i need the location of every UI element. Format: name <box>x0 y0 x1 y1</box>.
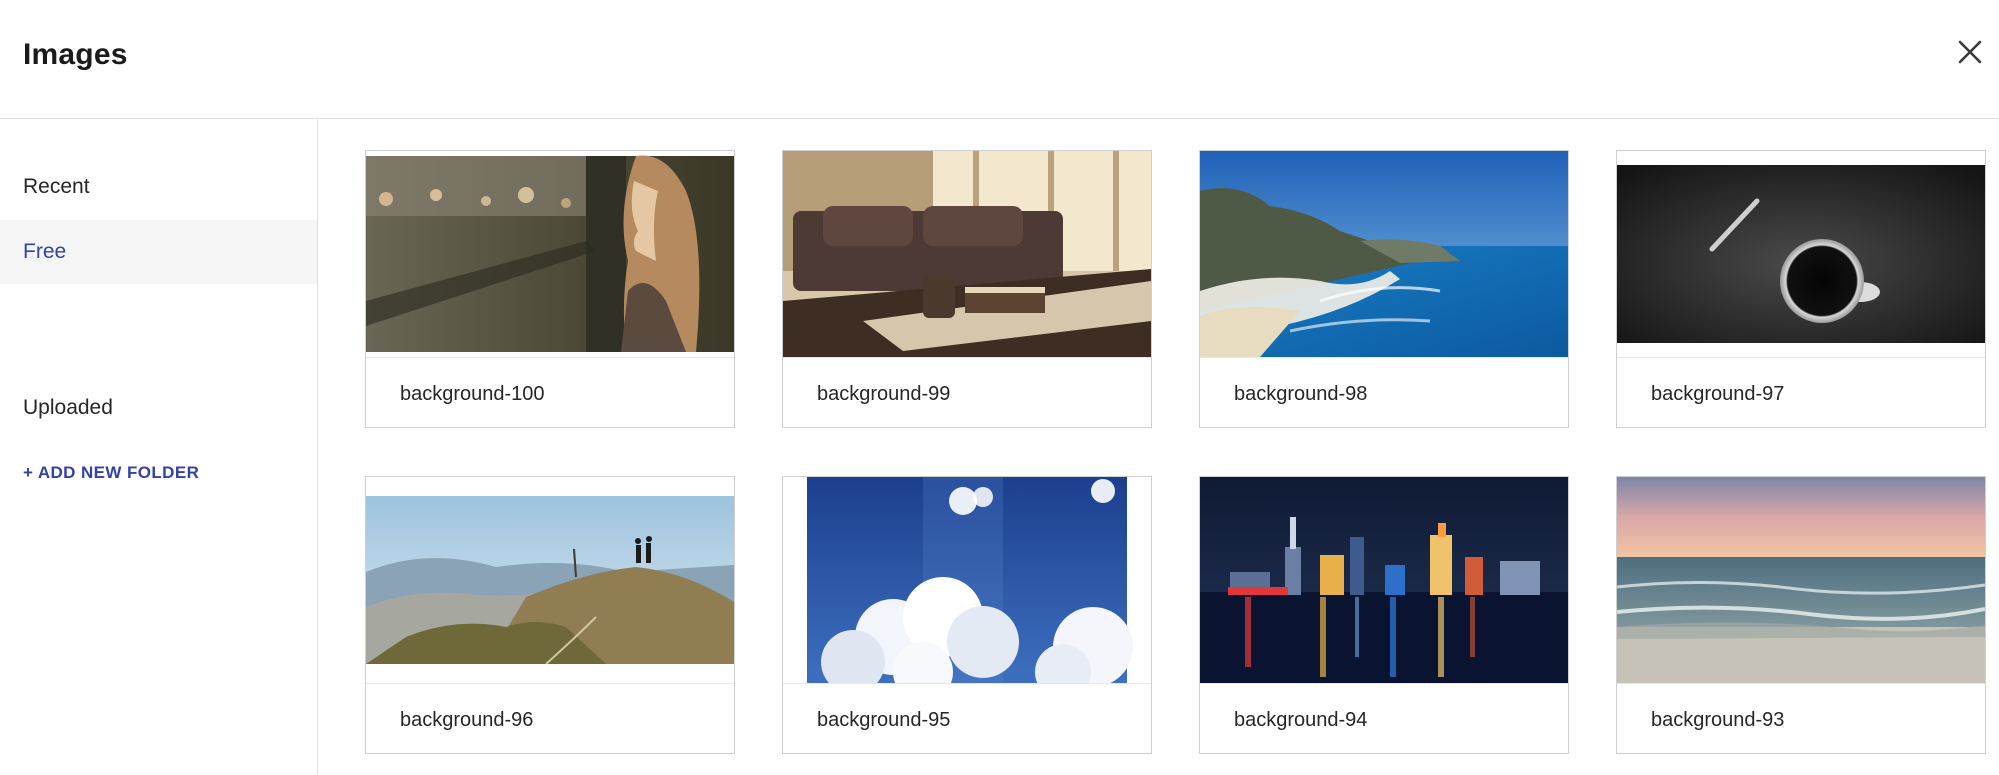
image-thumbnail <box>1200 151 1568 358</box>
image-card[interactable]: background-93 <box>1616 476 1986 754</box>
image-card[interactable]: background-94 <box>1199 476 1569 754</box>
image-thumbnail <box>783 151 1151 358</box>
sidebar-item-label: Free <box>23 240 67 263</box>
sidebar-item-uploaded[interactable]: Uploaded <box>0 376 317 440</box>
image-thumbnail <box>1617 151 1985 358</box>
image-name: background-99 <box>817 383 951 405</box>
image-thumbnail <box>366 151 734 358</box>
dialog-title: Images <box>23 38 128 71</box>
sidebar-item-label: Recent <box>23 175 90 198</box>
image-card[interactable]: background-96 <box>365 476 735 754</box>
image-name: background-94 <box>1234 709 1368 731</box>
image-name: background-93 <box>1651 709 1785 731</box>
image-thumbnail <box>1200 477 1568 684</box>
image-name: background-95 <box>817 709 951 731</box>
image-card[interactable]: background-97 <box>1616 150 1986 428</box>
image-name: background-98 <box>1234 383 1368 405</box>
close-icon[interactable] <box>1954 36 1986 68</box>
image-card[interactable]: background-95 <box>782 476 1152 754</box>
sidebar-item-label: Uploaded <box>23 396 113 419</box>
image-card[interactable]: background-99 <box>782 150 1152 428</box>
dialog-header: Images <box>0 0 1999 119</box>
image-thumbnail <box>1617 477 1985 684</box>
image-card[interactable]: background-100 <box>365 150 735 428</box>
image-thumbnail <box>366 477 734 684</box>
sidebar-item-free[interactable]: Free <box>0 220 317 284</box>
folder-sidebar: Recent Free Uploaded + ADD NEW FOLDER <box>0 119 318 775</box>
image-name: background-100 <box>400 383 545 405</box>
image-name: background-97 <box>1651 383 1785 405</box>
image-name: background-96 <box>400 709 534 731</box>
image-card[interactable]: background-98 <box>1199 150 1569 428</box>
image-thumbnail <box>783 477 1151 684</box>
add-new-folder-link[interactable]: + ADD NEW FOLDER <box>23 463 199 483</box>
sidebar-item-recent[interactable]: Recent <box>0 155 317 219</box>
